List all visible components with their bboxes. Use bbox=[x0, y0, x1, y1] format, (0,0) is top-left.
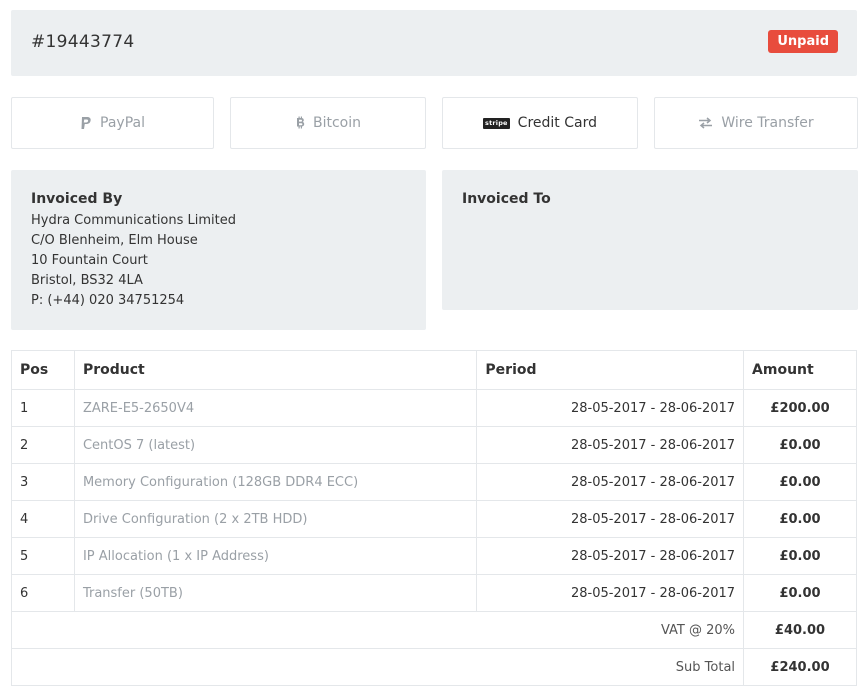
row-period: 28-05-2017 - 28-06-2017 bbox=[476, 463, 745, 501]
bitcoin-icon bbox=[295, 116, 305, 130]
credit-card-label: Credit Card bbox=[517, 115, 597, 131]
row-product: CentOS 7 (latest) bbox=[73, 426, 478, 464]
vat-amount: £40.00 bbox=[743, 611, 857, 649]
paypal-label: PayPal bbox=[100, 115, 145, 131]
row-pos: 1 bbox=[11, 389, 75, 427]
table-header-row: Pos Product Period Amount bbox=[11, 350, 857, 390]
subtotal-amount: £240.00 bbox=[743, 648, 857, 686]
table-row: 4 Drive Configuration (2 x 2TB HDD) 28-0… bbox=[11, 500, 857, 538]
invoice-items-table: Pos Product Period Amount 1 ZARE-E5-2650… bbox=[10, 350, 857, 686]
row-amount: £0.00 bbox=[743, 426, 857, 464]
invoiced-by-title: Invoiced By bbox=[31, 191, 123, 207]
row-period: 28-05-2017 - 28-06-2017 bbox=[476, 500, 745, 538]
subtotal-label: Sub Total bbox=[10, 648, 745, 686]
row-product: Memory Configuration (128GB DDR4 ECC) bbox=[73, 463, 478, 501]
stripe-icon: stripe bbox=[483, 117, 510, 129]
invoiced-to-title: Invoiced To bbox=[462, 191, 551, 207]
subtotal-row: Sub Total £240.00 bbox=[10, 648, 857, 686]
invoiced-by-line: Bristol, BS32 4LA bbox=[31, 273, 143, 288]
table-row: 2 CentOS 7 (latest) 28-05-2017 - 28-06-2… bbox=[11, 426, 857, 464]
invoice-header: #19443774 Unpaid bbox=[11, 10, 857, 76]
column-header-period: Period bbox=[476, 350, 745, 390]
credit-card-button[interactable]: stripe Credit Card bbox=[442, 97, 638, 149]
invoiced-by-panel: Invoiced By Hydra Communications Limited… bbox=[11, 170, 426, 330]
row-amount: £0.00 bbox=[743, 500, 857, 538]
row-product: IP Allocation (1 x IP Address) bbox=[73, 537, 478, 575]
row-period: 28-05-2017 - 28-06-2017 bbox=[476, 537, 745, 575]
row-product: Drive Configuration (2 x 2TB HDD) bbox=[73, 500, 478, 538]
paypal-button[interactable]: PayPal bbox=[11, 97, 214, 149]
invoiced-to-panel: Invoiced To bbox=[442, 170, 858, 310]
column-header-product: Product bbox=[73, 350, 478, 390]
row-period: 28-05-2017 - 28-06-2017 bbox=[476, 426, 745, 464]
row-pos: 4 bbox=[11, 500, 75, 538]
invoiced-by-line: C/O Blenheim, Elm House bbox=[31, 233, 198, 248]
row-pos: 5 bbox=[11, 537, 75, 575]
vat-row: VAT @ 20% £40.00 bbox=[10, 611, 857, 649]
status-badge: Unpaid bbox=[768, 30, 838, 53]
bitcoin-button[interactable]: Bitcoin bbox=[230, 97, 426, 149]
invoice-number: #19443774 bbox=[31, 32, 135, 52]
row-pos: 6 bbox=[11, 574, 75, 612]
table-row: 5 IP Allocation (1 x IP Address) 28-05-2… bbox=[11, 537, 857, 575]
vat-label: VAT @ 20% bbox=[10, 611, 745, 649]
table-row: 3 Memory Configuration (128GB DDR4 ECC) … bbox=[11, 463, 857, 501]
row-amount: £0.00 bbox=[743, 574, 857, 612]
row-period: 28-05-2017 - 28-06-2017 bbox=[476, 574, 745, 612]
row-amount: £200.00 bbox=[743, 389, 857, 427]
wire-transfer-label: Wire Transfer bbox=[721, 115, 814, 131]
column-header-pos: Pos bbox=[11, 350, 75, 390]
row-amount: £0.00 bbox=[743, 463, 857, 501]
table-row: 1 ZARE-E5-2650V4 28-05-2017 - 28-06-2017… bbox=[11, 389, 857, 427]
paypal-icon bbox=[80, 116, 92, 130]
row-amount: £0.00 bbox=[743, 537, 857, 575]
table-row: 6 Transfer (50TB) 28-05-2017 - 28-06-201… bbox=[11, 574, 857, 612]
transfer-arrows-icon bbox=[698, 117, 713, 129]
bitcoin-label: Bitcoin bbox=[312, 115, 361, 131]
row-product: Transfer (50TB) bbox=[73, 574, 478, 612]
row-pos: 2 bbox=[11, 426, 75, 464]
wire-transfer-button[interactable]: Wire Transfer bbox=[654, 97, 858, 149]
column-header-amount: Amount bbox=[743, 350, 857, 390]
invoiced-by-line: Hydra Communications Limited bbox=[31, 213, 237, 228]
row-product: ZARE-E5-2650V4 bbox=[73, 389, 478, 427]
row-pos: 3 bbox=[11, 463, 75, 501]
invoiced-by-line: 10 Fountain Court bbox=[31, 253, 148, 268]
invoiced-by-line: P: (+44) 020 34751254 bbox=[31, 293, 185, 308]
row-period: 28-05-2017 - 28-06-2017 bbox=[476, 389, 745, 427]
